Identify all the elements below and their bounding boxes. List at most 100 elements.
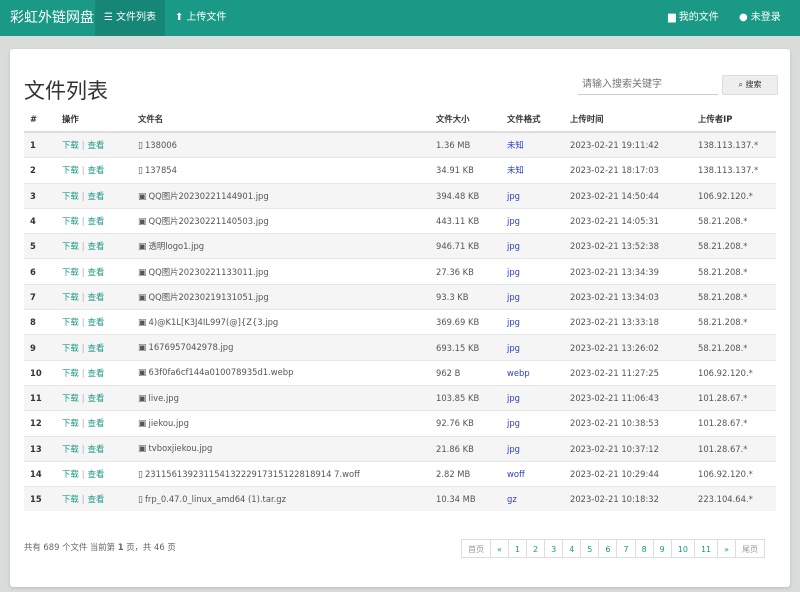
page-link-11[interactable]: 11 (693, 539, 719, 558)
page-link-3[interactable]: 3 (544, 539, 564, 558)
file-count-info: 共有 689 个文件 当前第 1 页，共 46 页 (24, 541, 176, 553)
view-link[interactable]: 查看 (88, 267, 105, 277)
download-link[interactable]: 下载 (62, 368, 79, 378)
next-page-link[interactable]: » (717, 539, 737, 558)
view-link[interactable]: 查看 (88, 317, 105, 327)
page-link-9[interactable]: 9 (652, 539, 672, 558)
page-link-2[interactable]: 2 (526, 539, 546, 558)
search-button[interactable]: ⌕ 搜索 (722, 75, 778, 95)
row-format: jpg (501, 435, 564, 462)
row-size: 394.48 KB (430, 182, 501, 209)
first-page-link[interactable]: 首页 (461, 539, 491, 558)
row-actions: 下载 | 查看 (56, 410, 132, 437)
format-text: jpg (507, 393, 520, 404)
view-link[interactable]: 查看 (88, 343, 105, 353)
download-link[interactable]: 下载 (62, 317, 79, 327)
download-link[interactable]: 下载 (62, 216, 79, 226)
row-ip: 106.92.120.* (692, 359, 776, 386)
file-icon: ▯ (138, 469, 143, 480)
prev-page-link[interactable]: « (490, 539, 509, 558)
last-page-link[interactable]: 尾页 (735, 539, 766, 558)
upload-icon: ⬆ (175, 12, 184, 23)
view-link[interactable]: 查看 (88, 368, 105, 378)
download-link[interactable]: 下载 (62, 292, 79, 302)
nav-my-files-label: 我的文件 (678, 12, 719, 23)
nav-login[interactable]: ● 未登录 (730, 0, 790, 36)
download-link[interactable]: 下载 (62, 393, 79, 403)
row-filename: ▣ QQ图片20230221140503.jpg (132, 207, 430, 234)
table-row: 1 下载 | 查看 ▯ 138006 1.36 MB 未知 2023-02-21 19:11:4… (24, 131, 776, 158)
page-link-1[interactable]: 1 (507, 539, 527, 558)
row-index: 11 (24, 384, 56, 411)
action-separator: | (81, 140, 85, 151)
view-link[interactable]: 查看 (88, 292, 105, 302)
download-link[interactable]: 下载 (62, 140, 79, 150)
filename-text: QQ图片20230221140503.jpg (148, 216, 269, 227)
row-actions: 下载 | 查看 (56, 131, 132, 158)
row-index: 12 (24, 410, 56, 437)
view-link[interactable]: 查看 (88, 140, 105, 150)
row-time: 2023-02-21 18:17:03 (564, 157, 692, 184)
page-link-10[interactable]: 10 (670, 539, 695, 558)
page-link-7[interactable]: 7 (616, 539, 636, 558)
page-link-4[interactable]: 4 (562, 539, 582, 558)
current-page: 1 (117, 542, 124, 552)
download-link[interactable]: 下载 (62, 469, 79, 479)
download-link[interactable]: 下载 (62, 418, 79, 428)
nav-my-files[interactable]: ▆ 我的文件 (659, 0, 728, 36)
file-table: # 操作 文件名 文件大小 文件格式 上传时间 上传者IP 1 下载 | 查看 ▯ 138… (24, 107, 776, 512)
view-link[interactable]: 查看 (88, 469, 105, 479)
row-index: 13 (24, 435, 56, 462)
nav-file-list[interactable]: ☰ 文件列表 (95, 0, 165, 36)
search-input[interactable] (578, 75, 718, 95)
row-ip: 58.21.208.* (692, 334, 776, 361)
view-link[interactable]: 查看 (88, 494, 105, 504)
row-time: 2023-02-21 10:18:32 (564, 486, 692, 512)
action-separator: | (81, 241, 85, 252)
row-filename: ▣ live.jpg (132, 384, 430, 411)
page-link-8[interactable]: 8 (634, 539, 654, 558)
table-row: 2 下载 | 查看 ▯ 137854 34.91 KB 未知 2023-02-21 18:17:… (24, 157, 776, 184)
download-link[interactable]: 下载 (62, 494, 79, 504)
download-link[interactable]: 下载 (62, 343, 79, 353)
image-file-icon: ▣ (138, 217, 147, 228)
row-time: 2023-02-21 11:06:43 (564, 384, 692, 411)
row-ip: 58.21.208.* (692, 309, 776, 335)
row-size: 92.76 KB (430, 410, 501, 437)
filename-text: QQ图片20230219131051.jpg (148, 291, 269, 302)
brand-title[interactable]: 彩虹外链网盘 (10, 0, 94, 36)
row-size: 693.15 KB (430, 334, 501, 361)
view-link[interactable]: 查看 (88, 444, 105, 454)
page-link-5[interactable]: 5 (580, 539, 600, 558)
view-link[interactable]: 查看 (88, 418, 105, 428)
row-ip: 58.21.208.* (692, 283, 776, 310)
download-link[interactable]: 下载 (62, 267, 79, 277)
view-link[interactable]: 查看 (88, 393, 105, 403)
row-index: 5 (24, 233, 56, 259)
image-file-icon: ▣ (138, 368, 147, 379)
row-filename: ▣ tvboxjiekou.jpg (132, 435, 430, 462)
pagination: 首页 «1 2 3 4 5 6 7 8 9 10 11» 尾页 (461, 539, 766, 558)
download-link[interactable]: 下载 (62, 444, 79, 454)
view-link[interactable]: 查看 (88, 216, 105, 226)
folder-icon: ▆ (668, 12, 676, 23)
page-link-6[interactable]: 6 (598, 539, 618, 558)
filename-text: QQ图片20230221133011.jpg (148, 266, 269, 277)
filename-text: 透明logo1.jpg (148, 241, 205, 252)
row-actions: 下载 | 查看 (56, 283, 132, 310)
row-format: jpg (501, 233, 564, 259)
nav-upload[interactable]: ⬆ 上传文件 (166, 0, 235, 36)
search-button-label: 搜索 (745, 80, 762, 89)
download-link[interactable]: 下载 (62, 241, 79, 251)
filename-text: tvboxjiekou.jpg (148, 443, 213, 454)
row-time: 2023-02-21 10:37:12 (564, 435, 692, 462)
format-text: 未知 (507, 165, 524, 176)
filename-text: 137854 (144, 164, 177, 175)
download-link[interactable]: 下载 (62, 191, 79, 201)
total-suffix: 个文件 当前第 (62, 542, 116, 552)
view-link[interactable]: 查看 (88, 165, 105, 175)
download-link[interactable]: 下载 (62, 165, 79, 175)
view-link[interactable]: 查看 (88, 191, 105, 201)
row-ip: 138.113.137.* (692, 157, 776, 184)
view-link[interactable]: 查看 (88, 241, 105, 251)
